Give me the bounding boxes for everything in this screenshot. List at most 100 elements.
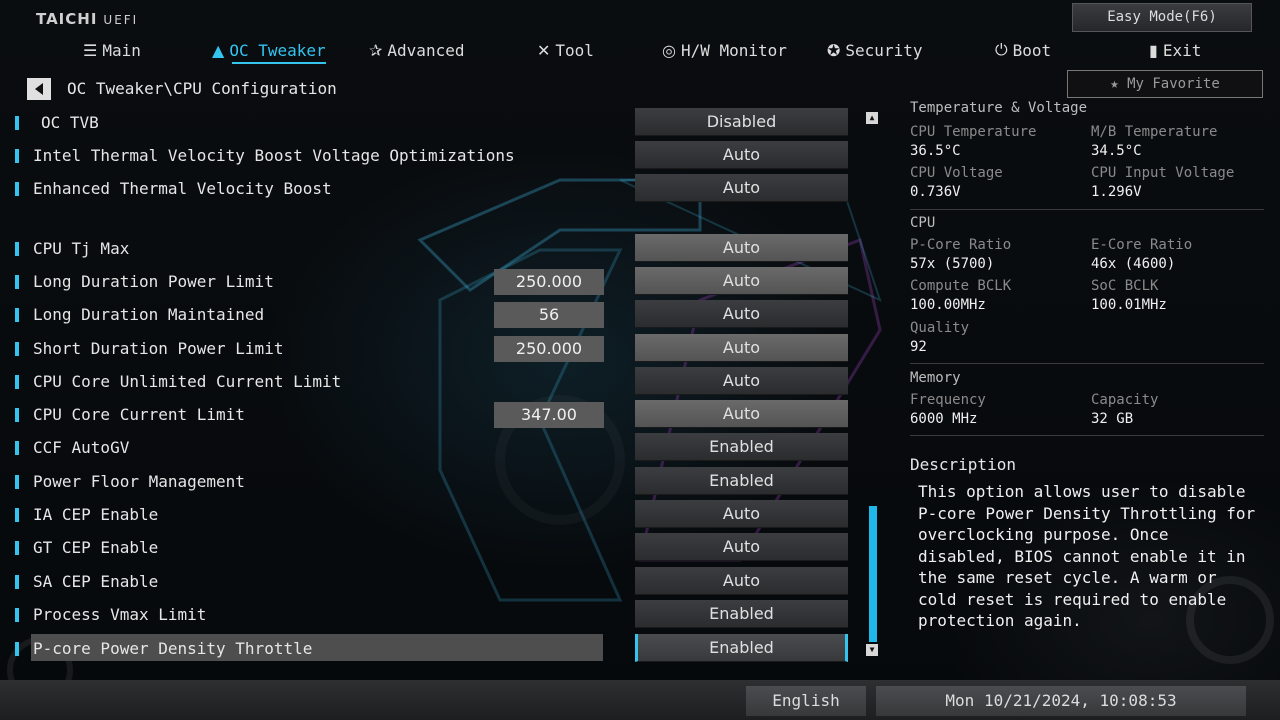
setting-row-cpu-tj-max[interactable]: CPU Tj Max Auto: [0, 234, 860, 264]
setting-label: SA CEP Enable: [33, 572, 159, 591]
tab-tool[interactable]: ✕ Tool: [537, 38, 594, 62]
frequency-label: Frequency: [910, 392, 986, 408]
setting-label: Enhanced Thermal Velocity Boost: [33, 179, 332, 198]
row-marker: [15, 182, 19, 196]
setting-row-cpu-core-current-limit[interactable]: CPU Core Current Limit 347.00 Auto: [0, 400, 860, 430]
setting-value-button[interactable]: Auto: [635, 367, 848, 395]
brand-name: TAICHI: [36, 10, 98, 28]
row-marker: [15, 149, 19, 163]
tab-boot[interactable]: ⏻ Boot: [995, 38, 1051, 62]
setting-value-button[interactable]: Auto: [635, 267, 848, 295]
setting-label: CPU Tj Max: [33, 239, 130, 258]
brand-logo: TAICHI UEFI: [36, 10, 138, 28]
my-favorite-button[interactable]: ★ My Favorite: [1067, 70, 1263, 98]
setting-row-pcore-power-density-throttle[interactable]: P-core Power Density Throttle Enabled: [0, 634, 860, 664]
setting-row-tvb-voltage-opt[interactable]: Intel Thermal Velocity Boost Voltage Opt…: [0, 141, 860, 171]
setting-value-button[interactable]: Auto: [635, 141, 848, 169]
setting-row-long-duration-maintained[interactable]: Long Duration Maintained 56 Auto: [0, 300, 860, 330]
row-marker: [15, 275, 19, 289]
setting-row-sa-cep-enable[interactable]: SA CEP Enable Auto: [0, 567, 860, 597]
setting-value-button[interactable]: Enabled: [635, 433, 848, 461]
number-input[interactable]: 250.000: [494, 269, 604, 295]
number-input[interactable]: 250.000: [494, 336, 604, 362]
tab-label: Boot: [1012, 40, 1052, 60]
frequency-value: 6000 MHz: [910, 411, 978, 427]
setting-row-gt-cep-enable[interactable]: GT CEP Enable Auto: [0, 533, 860, 563]
tab-main[interactable]: ☰ Main: [83, 38, 141, 62]
tab-security[interactable]: ✪ Security: [827, 38, 922, 62]
scroll-down-icon[interactable]: ▼: [866, 644, 878, 656]
list-icon: ☰: [83, 40, 98, 60]
tab-oc-tweaker[interactable]: ▲ OC Tweaker: [212, 38, 326, 64]
row-marker: [15, 342, 19, 356]
divider: [910, 435, 1264, 436]
main-nav: ☰ Main ▲ OC Tweaker ✰ Advanced ✕ Tool ◎ …: [0, 38, 1280, 64]
capacity-label: Capacity: [1091, 392, 1159, 408]
setting-value-button[interactable]: Auto: [635, 400, 848, 428]
back-button[interactable]: [27, 78, 51, 100]
capacity-value: 32 GB: [1091, 411, 1134, 427]
setting-row-long-duration-power-limit[interactable]: Long Duration Power Limit 250.000 Auto: [0, 267, 860, 297]
setting-label: Process Vmax Limit: [33, 605, 207, 624]
cpu-temp-value: 36.5°C: [910, 143, 961, 159]
setting-label: Long Duration Maintained: [33, 305, 265, 324]
setting-row-ccf-autogv[interactable]: CCF AutoGV Enabled: [0, 433, 860, 463]
ecore-ratio-value: 46x (4600): [1091, 256, 1176, 272]
row-marker: [15, 642, 19, 656]
monitor-icon: ◎: [662, 40, 676, 60]
row-marker: [15, 242, 19, 256]
row-marker: [15, 508, 19, 522]
setting-row-short-duration-power-limit[interactable]: Short Duration Power Limit 250.000 Auto: [0, 334, 860, 364]
setting-value-button[interactable]: Auto: [635, 300, 848, 328]
number-input[interactable]: 56: [494, 302, 604, 328]
divider: [910, 363, 1264, 364]
setting-value-button[interactable]: Enabled: [635, 467, 848, 495]
setting-row-enhanced-tvb[interactable]: Enhanced Thermal Velocity Boost Auto: [0, 174, 860, 204]
row-marker: [15, 308, 19, 322]
row-marker: [15, 408, 19, 422]
row-marker: [15, 575, 19, 589]
language-button[interactable]: English: [746, 686, 866, 716]
setting-row-cpu-core-unlimited-current-limit[interactable]: CPU Core Unlimited Current Limit Auto: [0, 367, 860, 397]
tab-hw-monitor[interactable]: ◎ H/W Monitor: [662, 38, 787, 62]
ecore-ratio-label: E-Core Ratio: [1091, 237, 1193, 253]
setting-value-button[interactable]: Enabled: [635, 600, 848, 628]
easy-mode-button[interactable]: Easy Mode(F6): [1072, 3, 1252, 32]
row-marker: [15, 475, 19, 489]
setting-row-process-vmax-limit[interactable]: Process Vmax Limit Enabled: [0, 600, 860, 630]
setting-label: CCF AutoGV: [33, 438, 130, 457]
setting-label: GT CEP Enable: [33, 538, 159, 557]
tab-advanced[interactable]: ✰ Advanced: [369, 38, 464, 62]
star-icon: ★: [1110, 76, 1119, 92]
setting-value-button[interactable]: Auto: [635, 533, 848, 561]
tab-label: Security: [845, 40, 923, 60]
setting-row-ia-cep-enable[interactable]: IA CEP Enable Auto: [0, 500, 860, 530]
setting-value-button[interactable]: Auto: [635, 334, 848, 362]
tab-exit[interactable]: ▮ Exit: [1149, 38, 1201, 62]
quality-value: 92: [910, 339, 927, 355]
setting-label: Intel Thermal Velocity Boost Voltage Opt…: [33, 146, 515, 165]
setting-value-button[interactable]: Auto: [635, 500, 848, 528]
setting-value-button[interactable]: Auto: [635, 174, 848, 202]
setting-value-button[interactable]: Enabled: [635, 634, 848, 662]
soc-bclk-value: 100.01MHz: [1091, 297, 1167, 313]
pcore-ratio-label: P-Core Ratio: [910, 237, 1012, 253]
cpu-input-voltage-label: CPU Input Voltage: [1091, 165, 1235, 181]
row-marker: [15, 116, 19, 130]
scroll-thumb[interactable]: [869, 506, 877, 642]
row-marker: [15, 441, 19, 455]
setting-value-button[interactable]: Auto: [635, 567, 848, 595]
brand-suffix: UEFI: [103, 13, 139, 27]
pcore-ratio-value: 57x (5700): [910, 256, 995, 272]
mb-temp-value: 34.5°C: [1091, 143, 1142, 159]
description-heading: Description: [910, 455, 1016, 474]
setting-value-button[interactable]: Disabled: [635, 108, 848, 136]
setting-row-oc-tvb[interactable]: OC TVB Disabled: [0, 108, 860, 138]
scrollbar[interactable]: ▲ ▼: [866, 112, 878, 656]
setting-row-power-floor-management[interactable]: Power Floor Management Enabled: [0, 467, 860, 497]
number-input[interactable]: 347.00: [494, 402, 604, 428]
setting-value-button[interactable]: Auto: [635, 234, 848, 262]
tab-label: OC Tweaker: [229, 40, 326, 60]
scroll-up-icon[interactable]: ▲: [866, 112, 878, 124]
temp-voltage-heading: Temperature & Voltage: [910, 100, 1088, 116]
